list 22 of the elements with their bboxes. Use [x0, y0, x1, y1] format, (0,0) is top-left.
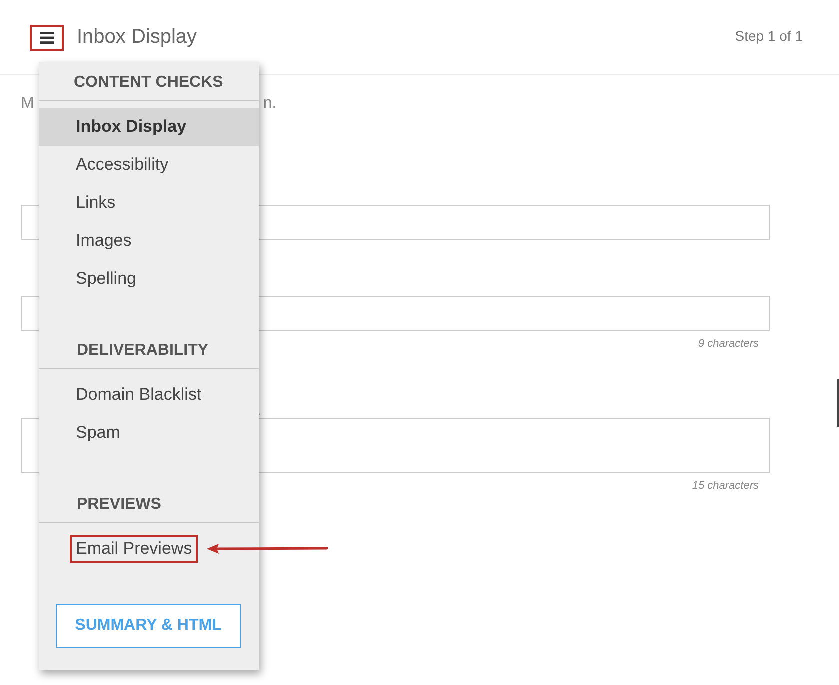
field-label: .	[258, 404, 262, 418]
menu-item-label: Email Previews	[70, 535, 198, 563]
menu-item[interactable]: Email Previews	[39, 530, 259, 568]
menu-item[interactable]: Accessibility	[39, 146, 259, 184]
menu-icon	[40, 32, 54, 44]
menu-item[interactable]: Spelling	[39, 260, 259, 298]
section-heading: DELIVERABILITY	[77, 342, 209, 360]
menu-item-selected[interactable]: Inbox Display	[39, 108, 259, 146]
menu-item[interactable]: Links	[39, 184, 259, 222]
section-heading: CONTENT CHECKS	[74, 74, 224, 92]
menu-item[interactable]: Domain Blacklist	[39, 376, 259, 414]
page-title: Inbox Display	[77, 26, 198, 48]
menu-button[interactable]	[30, 24, 64, 50]
scrollbar-thumb[interactable]	[837, 379, 839, 427]
character-count: 9 characters	[698, 338, 759, 350]
intro-text: n.	[263, 95, 277, 114]
menu-item[interactable]: Images	[39, 222, 259, 260]
menu-item[interactable]: Spam	[39, 414, 259, 452]
section-heading: PREVIEWS	[77, 496, 162, 514]
step-indicator: Step 1 of 1	[735, 28, 803, 44]
character-count: 15 characters	[692, 480, 759, 492]
intro-text: M	[21, 95, 34, 114]
